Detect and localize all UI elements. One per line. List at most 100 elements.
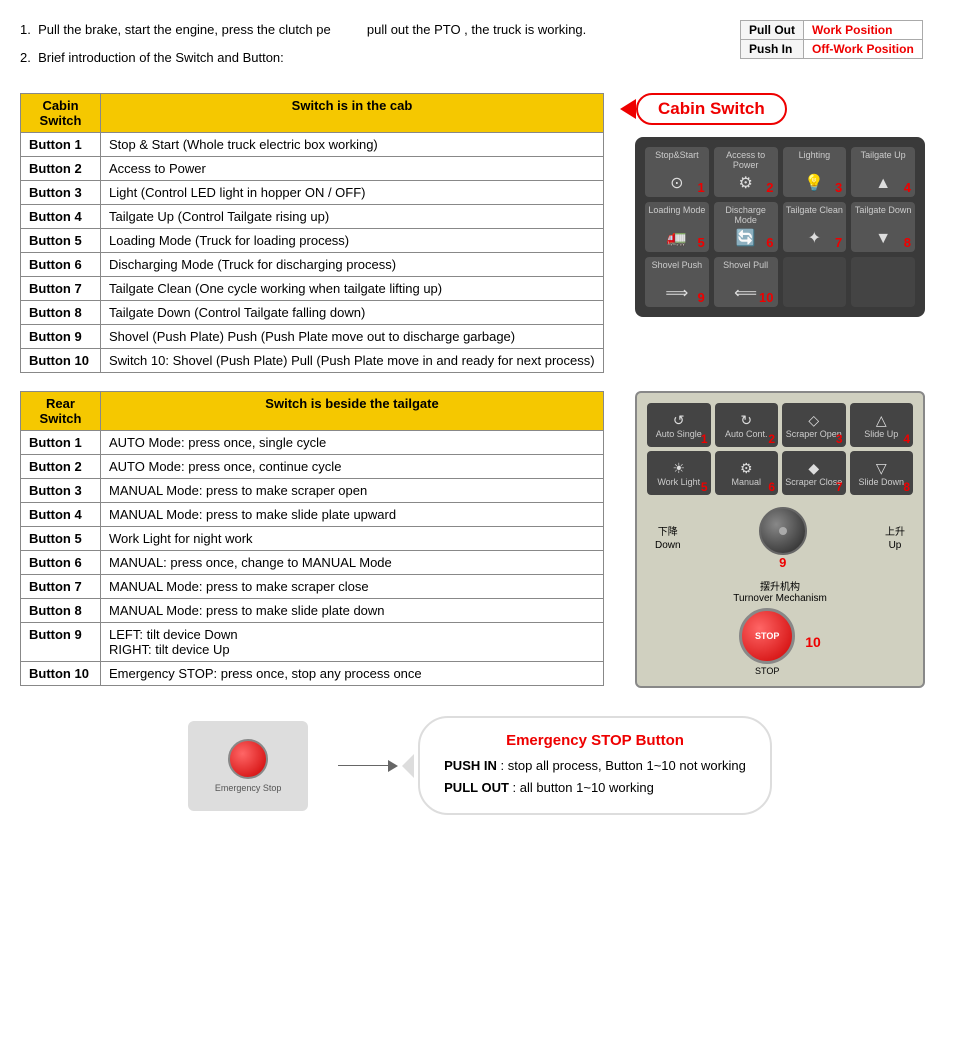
btn6-desc: Discharging Mode (Truck for discharging … (101, 253, 604, 277)
cabin-switch-header1: Cabin Switch (21, 94, 101, 133)
pull-out-desc: : all button 1~10 working (513, 780, 654, 795)
table-row: Button 5 Work Light for night work (21, 527, 604, 551)
cabin-panel-empty1 (783, 257, 847, 307)
cabin-switch-image: Cabin Switch Stop&Start ⊙ 1 Access to Po… (620, 93, 940, 317)
table-row: Button 6 Discharging Mode (Truck for dis… (21, 253, 604, 277)
rear-btn5-label: Button 5 (21, 527, 101, 551)
cabin-panel: Stop&Start ⊙ 1 Access to Power ⚙ 2 Light… (635, 137, 925, 317)
cabin-switch-table-wrap: Cabin Switch Switch is in the cab Button… (20, 93, 604, 373)
intro-right: Pull Out Work Position Push In Off-Work … (740, 20, 940, 63)
cabin-panel-btn10: Shovel Pull ⟸ 10 (714, 257, 778, 307)
table-row: Button 1 Stop & Start (Whole truck elect… (21, 133, 604, 157)
table-row: Button 5 Loading Mode (Truck for loading… (21, 229, 604, 253)
turnover-title: 摆升机构Turnover Mechanism (647, 578, 913, 604)
estop-callout-title: Emergency STOP Button (444, 732, 746, 749)
cabin-btn-grid: Stop&Start ⊙ 1 Access to Power ⚙ 2 Light… (645, 147, 915, 307)
work-position-label: Work Position (804, 21, 923, 40)
estop-red-button (228, 739, 268, 779)
emergency-btn-container: STOP STOP 10 (647, 608, 913, 676)
rear-panel-btn2: ↻ Auto Cont. 2 (715, 403, 779, 447)
cabin-switch-table: Cabin Switch Switch is in the cab Button… (20, 93, 604, 373)
push-in-desc: : stop all process, Button 1~10 not work… (501, 758, 746, 773)
rear-panel-btn3: ◇ Scraper Open 3 (782, 403, 846, 447)
btn3-desc: Light (Control LED light in hopper ON / … (101, 181, 604, 205)
btn10-desc: Switch 10: Shovel (Push Plate) Pull (Pus… (101, 349, 604, 373)
btn7-label: Button 7 (21, 277, 101, 301)
rear-btn8-desc: MANUAL Mode: press to make slide plate d… (101, 599, 604, 623)
btn2-label: Button 2 (21, 157, 101, 181)
knob-container: 9 (759, 507, 807, 570)
knob (759, 507, 807, 555)
btn4-desc: Tailgate Up (Control Tailgate rising up) (101, 205, 604, 229)
stop-label: STOP (755, 666, 779, 676)
rear-switch-image: ↺ Auto Single 1 ↻ Auto Cont. 2 ◇ Scraper… (620, 391, 940, 688)
table-row: Button 2 AUTO Mode: press once, continue… (21, 455, 604, 479)
table-row: Button 3 MANUAL Mode: press to make scra… (21, 479, 604, 503)
intro-text: 1. Pull the brake, start the engine, pre… (20, 20, 720, 75)
rear-switch-table: Rear Switch Switch is beside the tailgat… (20, 391, 604, 686)
btn7-desc: Tailgate Clean (One cycle working when t… (101, 277, 604, 301)
knob-number: 9 (779, 555, 786, 570)
rear-btn-grid: ↺ Auto Single 1 ↻ Auto Cont. 2 ◇ Scraper… (647, 403, 913, 495)
main-sections: Cabin Switch Switch is in the cab Button… (20, 93, 940, 815)
rear-btn4-desc: MANUAL Mode: press to make slide plate u… (101, 503, 604, 527)
cabin-panel-btn5: Loading Mode 🚛 5 (645, 202, 709, 252)
rear-btn9-desc: LEFT: tilt device DownRIGHT: tilt device… (101, 623, 604, 662)
btn3-label: Button 3 (21, 181, 101, 205)
table-row: Button 8 Tailgate Down (Control Tailgate… (21, 301, 604, 325)
btn6-label: Button 6 (21, 253, 101, 277)
push-in-label: Push In (741, 40, 804, 59)
rear-panel-btn7: ◆ Scraper Close 7 (782, 451, 846, 495)
table-row: Button 4 Tailgate Up (Control Tailgate r… (21, 205, 604, 229)
up-label: 上升Up (885, 526, 905, 552)
push-in-line: PUSH IN : stop all process, Button 1~10 … (444, 755, 746, 777)
rear-panel-btn4: △ Slide Up 4 (850, 403, 914, 447)
cabin-panel-btn9: Shovel Push ⟹ 9 (645, 257, 709, 307)
estop-image: Emergency Stop (188, 721, 308, 811)
rear-switch-section: Rear Switch Switch is beside the tailgat… (20, 391, 940, 688)
cabin-panel-btn2: Access to Power ⚙ 2 (714, 147, 778, 197)
estop-box: Emergency Stop (188, 721, 308, 811)
rear-panel-btn6: ⚙ Manual 6 (715, 451, 779, 495)
table-row: Button 6 MANUAL: press once, change to M… (21, 551, 604, 575)
emergency-stop-group: STOP STOP (739, 608, 795, 676)
btn1-desc: Stop & Start (Whole truck electric box w… (101, 133, 604, 157)
btn5-label: Button 5 (21, 229, 101, 253)
pull-out-line: PULL OUT : all button 1~10 working (444, 777, 746, 799)
rear-btn8-label: Button 8 (21, 599, 101, 623)
rear-btn3-label: Button 3 (21, 479, 101, 503)
step1-text: 1. Pull the brake, start the engine, pre… (20, 20, 720, 40)
rear-switch-header2: Switch is beside the tailgate (101, 392, 604, 431)
btn2-desc: Access to Power (101, 157, 604, 181)
emergency-section: Emergency Stop Emergency STOP Button PUS… (20, 716, 940, 815)
rear-btn7-desc: MANUAL Mode: press to make scraper close (101, 575, 604, 599)
emergency-stop-button: STOP (739, 608, 795, 664)
rear-btn5-desc: Work Light for night work (101, 527, 604, 551)
cabin-panel-btn8: Tailgate Down ▼ 8 (851, 202, 915, 252)
cabin-switch-header2: Switch is in the cab (101, 94, 604, 133)
table-row: Button 3 Light (Control LED light in hop… (21, 181, 604, 205)
cabin-panel-empty2 (851, 257, 915, 307)
rear-panel-btn8: ▽ Slide Down 8 (850, 451, 914, 495)
rear-btn1-label: Button 1 (21, 431, 101, 455)
table-row: Button 10 Emergency STOP: press once, st… (21, 662, 604, 686)
rear-btn6-desc: MANUAL: press once, change to MANUAL Mod… (101, 551, 604, 575)
cabin-panel-btn1: Stop&Start ⊙ 1 (645, 147, 709, 197)
cabin-panel-btn4: Tailgate Up ▲ 4 (851, 147, 915, 197)
btn1-label: Button 1 (21, 133, 101, 157)
rear-btn9-label: Button 9 (21, 623, 101, 662)
rear-btn10-label: Button 10 (21, 662, 101, 686)
table-row: Button 8 MANUAL Mode: press to make slid… (21, 599, 604, 623)
table-row: Button 10 Switch 10: Shovel (Push Plate)… (21, 349, 604, 373)
estop-callout-body: PUSH IN : stop all process, Button 1~10 … (444, 755, 746, 799)
estop-box-label: Emergency Stop (215, 783, 282, 793)
rear-btn7-label: Button 7 (21, 575, 101, 599)
rear-btn2-desc: AUTO Mode: press once, continue cycle (101, 455, 604, 479)
cabin-panel-btn6: Discharge Mode 🔄 6 (714, 202, 778, 252)
rear-panel: ↺ Auto Single 1 ↻ Auto Cont. 2 ◇ Scraper… (635, 391, 925, 688)
btn9-desc: Shovel (Push Plate) Push (Push Plate mov… (101, 325, 604, 349)
rear-btn3-desc: MANUAL Mode: press to make scraper open (101, 479, 604, 503)
rear-switch-header1: Rear Switch (21, 392, 101, 431)
offwork-position-label: Off-Work Position (804, 40, 923, 59)
pull-out-label: PULL OUT (444, 780, 509, 795)
